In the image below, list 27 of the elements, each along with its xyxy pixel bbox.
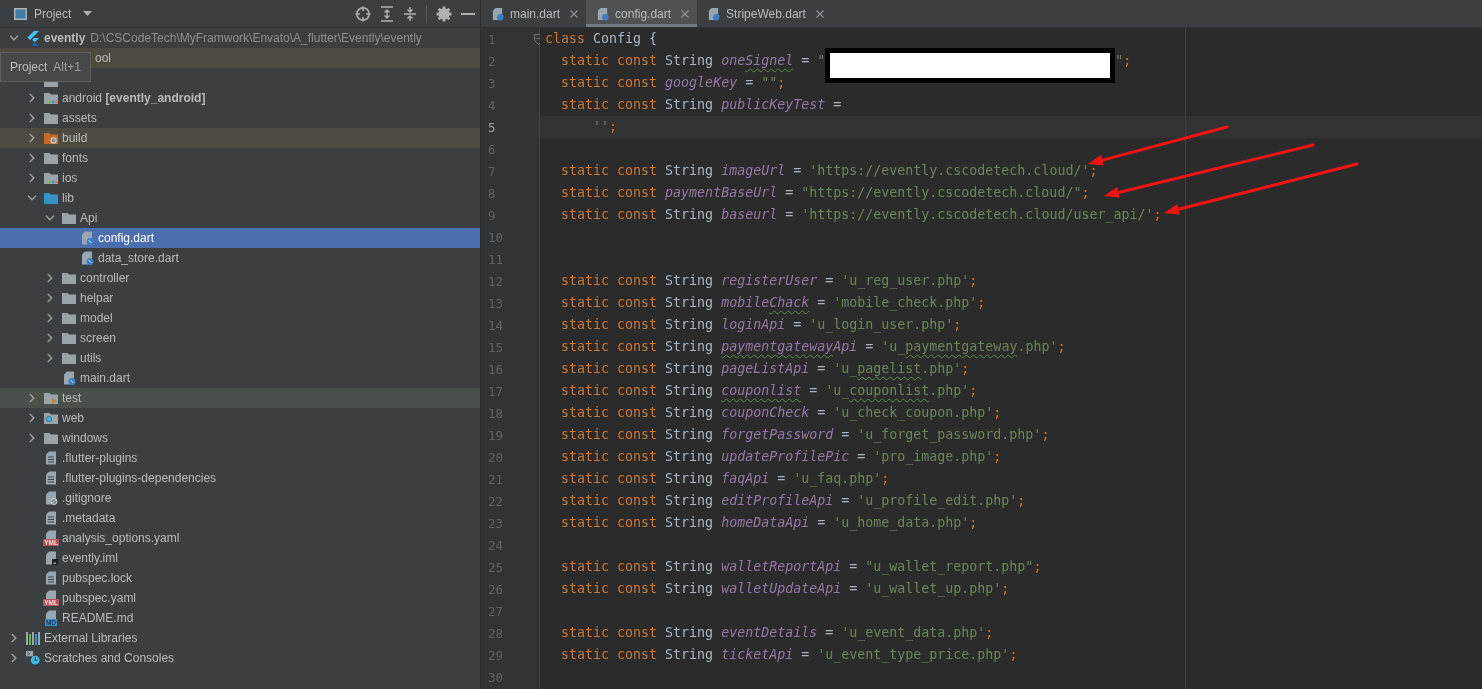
code-line: static const String registerUser = 'u_reg_user.php';: [561, 273, 978, 288]
code-line: static const String couponlist = 'u_couponlist.php';: [561, 383, 978, 398]
code-line: static const String eventDetails = 'u_event_data.php';: [561, 625, 994, 640]
code-line: static const String loginApi = 'u_login_user.php';: [561, 317, 962, 332]
code-line: static const String mobileChack = 'mobile_check.php';: [561, 295, 986, 310]
code-line: static const String walletUpdateApi = 'u_wallet_up.php';: [561, 581, 1010, 596]
code-line: static const String homeDataApi = 'u_home_data.php';: [561, 515, 978, 530]
code-line: static const String baseurl = 'https://evently.cscodetech.cloud/user_api/';: [561, 207, 1162, 222]
code-line: static const String faqApi = 'u_faq.php';: [561, 471, 890, 486]
code-line: static const String pageListApi = 'u_pagelist.php';: [561, 361, 970, 376]
code-line: static const String paymentgatewayApi = 'u_paymentgateway.php';: [561, 339, 1066, 354]
line-number: 5: [488, 119, 496, 135]
code-line: static const String walletReportApi = "u_wallet_report.php";: [561, 559, 1042, 574]
code-text: ";: [1115, 53, 1132, 68]
code-line: static const String publicKeyTest =: [561, 97, 842, 112]
code-text: static const String oneSignel = ": [561, 53, 826, 68]
code-line: static const String ticketApi = 'u_event_type_price.php';: [561, 647, 1018, 662]
code-line: static const String couponCheck = 'u_check_coupon.php';: [561, 405, 1002, 420]
code-line: static const String updateProfilePic = 'pro_image.php';: [561, 449, 1002, 464]
code-line: static const googleKey = "";: [561, 75, 786, 90]
code-line: '';: [593, 119, 618, 134]
code-line: static const String forgetPassword = 'u_forget_password.php';: [561, 427, 1050, 442]
project-path: D:\CSCodeTech\MyFramwork\Envato\A_flutter\Evently\evently: [90, 31, 422, 45]
code-line: static const paymentBaseUrl = "https://evently.cscodetech.cloud/";: [561, 185, 1090, 200]
code-line: static const String editProfileApi = 'u_profile_edit.php';: [561, 493, 1026, 508]
code-line: class Config {: [545, 31, 658, 46]
code-line: static const String imageUrl = 'https://evently.cscodetech.cloud/';: [561, 163, 1098, 178]
